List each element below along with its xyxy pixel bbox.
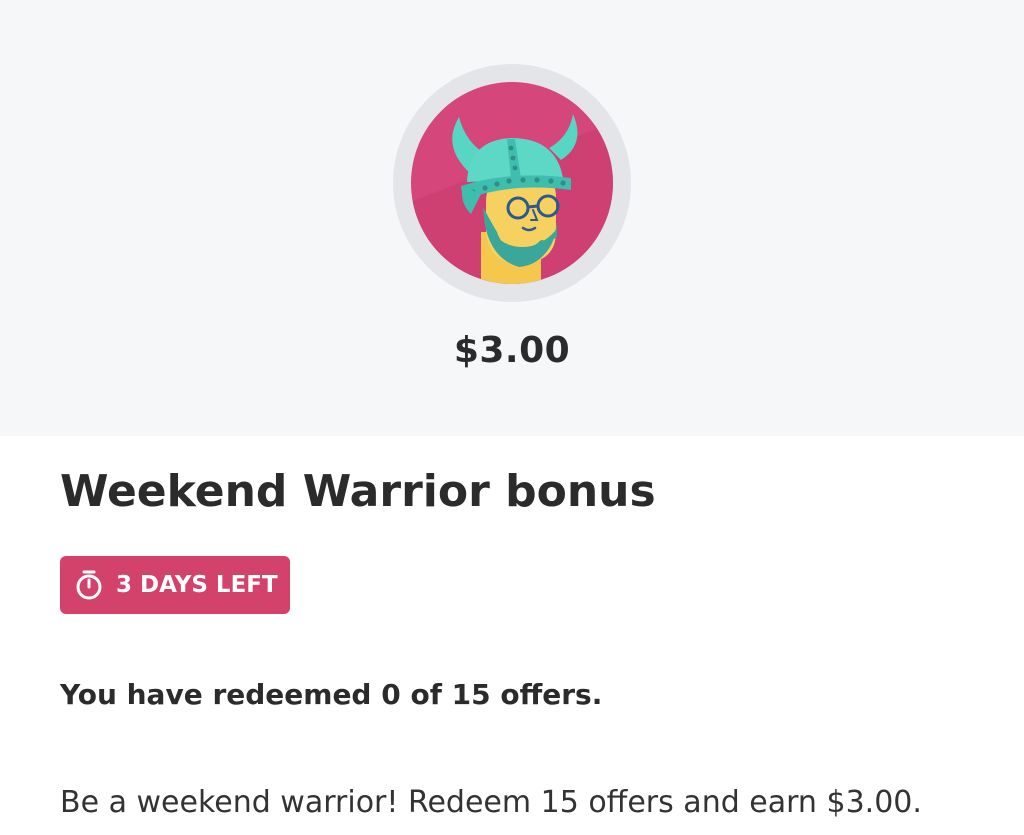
avatar-ring <box>393 64 631 302</box>
stopwatch-icon <box>72 568 106 602</box>
redeem-progress-text: You have redeemed 0 of 15 offers. <box>60 678 603 711</box>
bonus-amount: $3.00 <box>453 330 571 371</box>
time-left-badge: 3 DAYS LEFT <box>60 556 290 614</box>
bonus-description: Be a weekend warrior! Redeem 15 offers a… <box>60 785 922 820</box>
viking-avatar-icon <box>411 82 613 284</box>
bonus-hero: $3.00 <box>0 0 1024 436</box>
bonus-title: Weekend Warrior bonus <box>60 466 656 517</box>
time-left-label: 3 DAYS LEFT <box>116 572 278 598</box>
